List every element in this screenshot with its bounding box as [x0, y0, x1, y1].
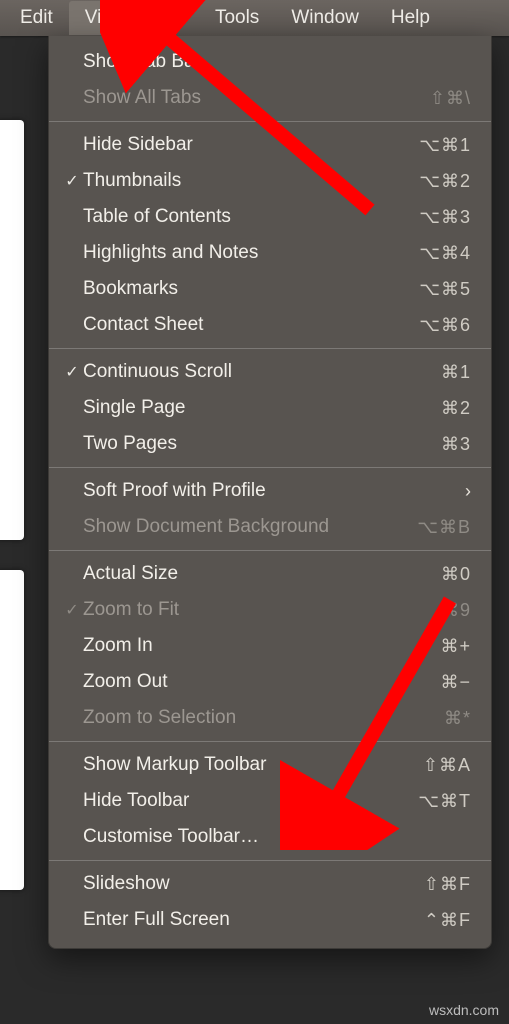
menu-item-highlights-and-notes[interactable]: Highlights and Notes⌥⌘4	[49, 235, 491, 271]
menu-item-actual-size[interactable]: Actual Size⌘0	[49, 556, 491, 592]
check-icon: ✓	[61, 600, 83, 620]
menu-item-label: Bookmarks	[83, 278, 419, 300]
menu-item-zoom-in[interactable]: Zoom In⌘+	[49, 628, 491, 664]
menu-shortcut: ⌘−	[440, 672, 471, 693]
menu-shortcut: ⌥⌘3	[419, 207, 471, 228]
menu-shortcut: ⌃⌘F	[424, 910, 471, 931]
menu-shortcut: ⌥⌘6	[419, 315, 471, 336]
menu-shortcut: ⇧⌘\	[430, 88, 471, 109]
menu-item-label: Highlights and Notes	[83, 242, 419, 264]
menubar-item-edit[interactable]: Edit	[4, 1, 69, 35]
menu-divider	[49, 121, 491, 122]
menu-item-label: Zoom to Selection	[83, 707, 444, 729]
menu-shortcut: ⇧⌘A	[423, 755, 471, 776]
menu-item-label: Single Page	[83, 397, 441, 419]
menu-shortcut: ⌘9	[441, 600, 471, 621]
menu-shortcut: ⌘+	[440, 636, 471, 657]
menu-item-label: Table of Contents	[83, 206, 419, 228]
menu-shortcut: ⌥⌘B	[417, 517, 471, 538]
menu-item-label: Show Tab Bar	[83, 51, 471, 73]
menu-item-label: Hide Sidebar	[83, 134, 419, 156]
menu-item-label: Zoom to Fit	[83, 599, 441, 621]
menu-shortcut: ⇧⌘F	[424, 874, 471, 895]
menu-item-continuous-scroll[interactable]: ✓Continuous Scroll⌘1	[49, 354, 491, 390]
menu-item-show-all-tabs: Show All Tabs⇧⌘\	[49, 80, 491, 116]
menu-item-label: Customise Toolbar…	[83, 826, 471, 848]
menu-item-zoom-to-fit: ✓Zoom to Fit⌘9	[49, 592, 491, 628]
menu-item-label: Zoom Out	[83, 671, 440, 693]
menu-divider	[49, 348, 491, 349]
menu-item-thumbnails[interactable]: ✓Thumbnails⌥⌘2	[49, 163, 491, 199]
menu-shortcut: ⌘*	[444, 708, 471, 729]
menu-item-enter-full-screen[interactable]: Enter Full Screen⌃⌘F	[49, 902, 491, 938]
menu-shortcut: ⌥⌘4	[419, 243, 471, 264]
menu-item-zoom-out[interactable]: Zoom Out⌘−	[49, 664, 491, 700]
check-icon: ✓	[61, 171, 83, 191]
watermark: wsxdn.com	[429, 1002, 499, 1018]
menu-divider	[49, 741, 491, 742]
menu-divider	[49, 860, 491, 861]
check-icon: ✓	[61, 362, 83, 382]
menu-shortcut: ⌥⌘5	[419, 279, 471, 300]
menu-shortcut: ⌥⌘1	[419, 135, 471, 156]
chevron-right-icon: ›	[465, 481, 471, 502]
menu-item-label: Thumbnails	[83, 170, 419, 192]
menu-item-label: Two Pages	[83, 433, 441, 455]
menu-item-label: Hide Toolbar	[83, 790, 418, 812]
menubar: EditViewGoToolsWindowHelp	[0, 0, 509, 36]
menu-item-label: Enter Full Screen	[83, 909, 424, 931]
menu-item-hide-sidebar[interactable]: Hide Sidebar⌥⌘1	[49, 127, 491, 163]
menu-item-label: Show Markup Toolbar	[83, 754, 423, 776]
menu-item-label: Show All Tabs	[83, 87, 430, 109]
menu-item-label: Show Document Background	[83, 516, 417, 538]
menu-item-zoom-to-selection: Zoom to Selection⌘*	[49, 700, 491, 736]
menubar-item-go[interactable]: Go	[142, 1, 199, 35]
menu-item-label: Zoom In	[83, 635, 440, 657]
menu-shortcut: ⌘2	[441, 398, 471, 419]
menu-item-show-document-background: Show Document Background⌥⌘B	[49, 509, 491, 545]
menu-shortcut: ⌘0	[441, 564, 471, 585]
menu-shortcut: ⌘1	[441, 362, 471, 383]
menubar-item-help[interactable]: Help	[375, 1, 446, 35]
menu-item-single-page[interactable]: Single Page⌘2	[49, 390, 491, 426]
menu-divider	[49, 550, 491, 551]
menu-shortcut: ⌥⌘T	[418, 791, 471, 812]
sidebar-thumbnail	[0, 570, 24, 890]
menu-item-show-tab-bar[interactable]: Show Tab Bar	[49, 44, 491, 80]
sidebar-thumbnail	[0, 120, 24, 540]
menu-divider	[49, 467, 491, 468]
menu-item-customise-toolbar[interactable]: Customise Toolbar…	[49, 819, 491, 855]
view-menu-dropdown: Show Tab Bar Show All Tabs⇧⌘\ Hide Sidebar…	[48, 36, 492, 949]
menubar-item-window[interactable]: Window	[275, 1, 375, 35]
menu-item-bookmarks[interactable]: Bookmarks⌥⌘5	[49, 271, 491, 307]
menu-item-label: Actual Size	[83, 563, 441, 585]
menu-item-table-of-contents[interactable]: Table of Contents⌥⌘3	[49, 199, 491, 235]
menu-shortcut: ⌥⌘2	[419, 171, 471, 192]
menu-item-slideshow[interactable]: Slideshow⇧⌘F	[49, 866, 491, 902]
menu-item-two-pages[interactable]: Two Pages⌘3	[49, 426, 491, 462]
menu-item-soft-proof-with-profile[interactable]: Soft Proof with Profile ›	[49, 473, 491, 509]
menu-item-label: Soft Proof with Profile	[83, 480, 459, 502]
menu-item-hide-toolbar[interactable]: Hide Toolbar⌥⌘T	[49, 783, 491, 819]
menu-shortcut: ⌘3	[441, 434, 471, 455]
menubar-item-tools[interactable]: Tools	[199, 1, 275, 35]
menubar-item-view[interactable]: View	[69, 1, 142, 35]
menu-item-label: Slideshow	[83, 873, 424, 895]
menu-item-show-markup-toolbar[interactable]: Show Markup Toolbar⇧⌘A	[49, 747, 491, 783]
menu-item-contact-sheet[interactable]: Contact Sheet⌥⌘6	[49, 307, 491, 343]
menu-item-label: Contact Sheet	[83, 314, 419, 336]
menu-item-label: Continuous Scroll	[83, 361, 441, 383]
